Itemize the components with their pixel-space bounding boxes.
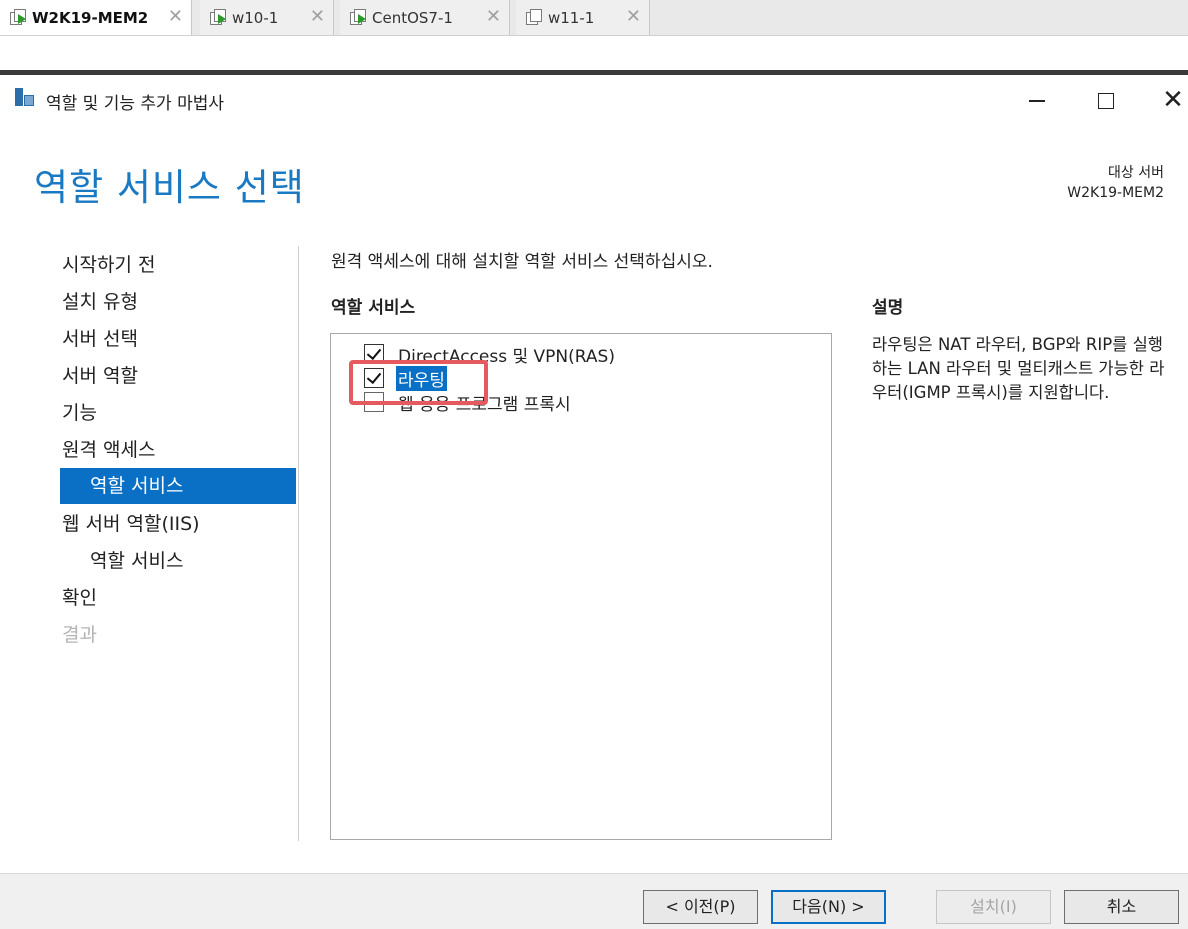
dialog-footer: < 이전(P) 다음(N) > 설치(I) 취소 (0, 873, 1188, 929)
role-services-header: 역할 서비스 (331, 298, 416, 318)
vm-running-icon (10, 9, 27, 26)
nav-item-installation-type[interactable]: 설치 유형 (60, 284, 296, 320)
previous-button[interactable]: < 이전(P) (643, 890, 758, 924)
vm-tab-label: w10-1 (232, 8, 279, 27)
nav-item-web-server-role[interactable]: 웹 서버 역할(IIS) (60, 506, 296, 542)
nav-item-features[interactable]: 기능 (60, 395, 296, 431)
vm-tab-w10-1[interactable]: w10-1 ✕ (200, 0, 334, 35)
dialog-title: 역할 및 기능 추가 마법사 (46, 94, 225, 114)
vm-tab-label: w11-1 (548, 8, 595, 27)
nav-item-web-role-services[interactable]: 역할 서비스 (60, 543, 296, 579)
install-button: 설치(I) (936, 890, 1051, 924)
close-icon[interactable]: ✕ (168, 6, 183, 27)
nav-item-server-selection[interactable]: 서버 선택 (60, 321, 296, 357)
destination-server-label: 대상 서버 (1108, 165, 1164, 181)
vm-tab-w11-1[interactable]: w11-1 ✕ (516, 0, 650, 35)
vm-tab-strip: W2K19-MEM2 ✕ w10-1 ✕ CentOS7-1 ✕ w11-1 ✕ (0, 0, 1188, 36)
nav-item-confirmation[interactable]: 확인 (60, 580, 296, 616)
destination-server-name: W2K19-MEM2 (1067, 185, 1164, 201)
close-button[interactable]: ✕ (1158, 85, 1188, 115)
role-services-list[interactable]: DirectAccess 및 VPN(RAS) 라우팅 웹 응용 프로그램 프록… (330, 333, 832, 840)
vm-stopped-icon (526, 9, 543, 26)
maximize-button[interactable] (1090, 85, 1120, 115)
instruction-text: 원격 액세스에 대해 설치할 역할 서비스 선택하십시오. (331, 252, 713, 272)
description-text: 라우팅은 NAT 라우터, BGP와 RIP를 실행하는 LAN 라우터 및 멀… (872, 335, 1165, 402)
description-header: 설명 (872, 298, 904, 318)
dialog-titlebar: 역할 및 기능 추가 마법사 ✕ (0, 75, 1188, 125)
nav-item-role-services[interactable]: 역할 서비스 (60, 468, 296, 504)
nav-item-results: 결과 (62, 624, 97, 646)
server-manager-icon (15, 88, 35, 108)
nav-item-before-you-begin[interactable]: 시작하기 전 (60, 247, 296, 283)
vm-tab-label: W2K19-MEM2 (32, 8, 149, 27)
vm-running-icon (210, 9, 227, 26)
screen: W2K19-MEM2 ✕ w10-1 ✕ CentOS7-1 ✕ w11-1 ✕… (0, 0, 1188, 929)
close-icon[interactable]: ✕ (626, 6, 641, 27)
next-button[interactable]: 다음(N) > (771, 890, 886, 924)
vm-running-icon (350, 9, 367, 26)
nav-item-server-roles[interactable]: 서버 역할 (60, 358, 296, 394)
cancel-button[interactable]: 취소 (1064, 890, 1179, 924)
vm-tab-centos7-1[interactable]: CentOS7-1 ✕ (340, 0, 510, 35)
annotation-highlight-box (349, 360, 488, 405)
close-icon[interactable]: ✕ (310, 6, 325, 27)
page-title: 역할 서비스 선택 (34, 166, 305, 209)
nav-divider (298, 246, 299, 841)
close-icon[interactable]: ✕ (486, 6, 501, 27)
minimize-button[interactable] (1021, 85, 1051, 115)
vm-tab-label: CentOS7-1 (372, 8, 453, 27)
add-roles-wizard-dialog: 역할 및 기능 추가 마법사 ✕ 역할 서비스 선택 대상 서버 W2K19-M… (0, 75, 1188, 929)
nav-item-remote-access[interactable]: 원격 액세스 (60, 432, 296, 468)
vm-tab-w2k19-mem2[interactable]: W2K19-MEM2 ✕ (0, 0, 192, 35)
